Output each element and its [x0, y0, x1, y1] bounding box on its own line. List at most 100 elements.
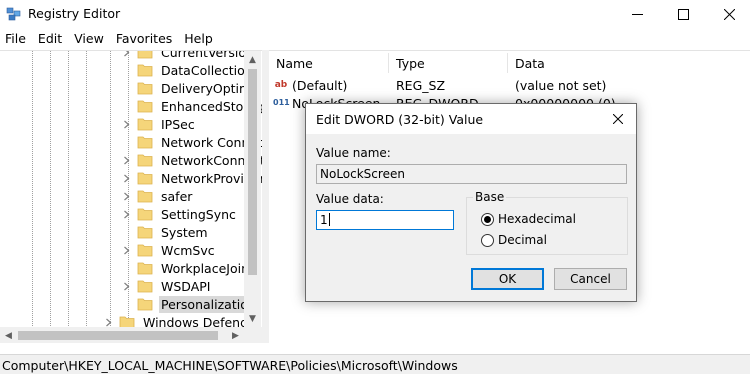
registry-tree: CurrentVersion DataCollection DeliveryOpti… [0, 50, 262, 343]
tree-item[interactable]: System [122, 223, 210, 241]
tree-item-label: WSDAPI [161, 278, 211, 294]
tree-vertical-thumb[interactable] [248, 69, 257, 275]
tree-item[interactable]: safer [122, 187, 194, 205]
chevron-right-icon[interactable] [122, 246, 131, 255]
text-caret [328, 213, 330, 226]
dialog-title-bar: Edit DWORD (32-bit) Value [306, 104, 636, 134]
folder-icon [137, 262, 153, 275]
tree-item[interactable]: WorkplaceJoin [122, 259, 251, 277]
dword-value-icon: 011 [273, 98, 290, 107]
value-data-input[interactable]: 1 [316, 210, 454, 230]
tree-item-label: Personalization [159, 295, 258, 313]
status-bar: Computer\HKEY_LOCAL_MACHINE\SOFTWARE\Pol… [0, 354, 750, 374]
chevron-right-icon[interactable] [122, 156, 131, 165]
folder-icon [137, 82, 153, 95]
folder-icon [137, 190, 153, 203]
tree-item-label: SettingSync [161, 206, 236, 222]
menu-file[interactable]: File [0, 29, 32, 49]
close-button[interactable] [706, 0, 750, 28]
maximize-button[interactable] [660, 0, 706, 28]
folder-icon [137, 136, 153, 149]
column-type[interactable]: Type [396, 56, 425, 71]
chevron-right-icon[interactable] [122, 174, 131, 183]
folder-icon [137, 172, 153, 185]
tree-item[interactable]: DataCollection [122, 61, 255, 79]
scroll-down-icon[interactable]: ▼ [244, 310, 261, 327]
close-icon [613, 114, 623, 124]
folder-icon [137, 100, 153, 113]
folder-icon [137, 244, 153, 257]
radio-button[interactable] [481, 212, 494, 226]
dialog-close-button[interactable] [609, 110, 627, 128]
scroll-right-icon[interactable]: ▶ [227, 327, 244, 343]
tree-item[interactable]: Personalization [122, 295, 258, 313]
tree-item-label: WcmSvc [161, 242, 215, 258]
chevron-right-icon[interactable] [122, 50, 131, 57]
list-row[interactable]: ab (Default) REG_SZ (value not set) [269, 77, 750, 95]
tree-item-label: safer [161, 188, 193, 204]
column-name[interactable]: Name [276, 56, 313, 71]
tree-item[interactable]: CurrentVersion [122, 50, 256, 61]
folder-icon [137, 118, 153, 131]
value-data: (value not set) [515, 78, 607, 93]
chevron-right-icon[interactable] [122, 192, 131, 201]
tree-item[interactable]: WcmSvc [122, 241, 217, 259]
tree-item[interactable]: EnhancedStorag [122, 97, 262, 115]
window-title: Registry Editor [28, 6, 121, 21]
tree-horizontal-scrollbar[interactable]: ◀ ▶ [0, 327, 262, 343]
tree-item-label: CurrentVersion [161, 50, 254, 60]
tree-horizontal-thumb[interactable] [18, 331, 218, 340]
menu-help[interactable]: Help [178, 29, 219, 49]
chevron-right-icon[interactable] [104, 318, 113, 327]
list-header: Name Type Data [269, 51, 750, 75]
title-bar: Registry Editor [0, 0, 750, 28]
maximize-icon [677, 8, 689, 20]
tree-item-label: System [161, 224, 208, 240]
value-data-text: 1 [320, 213, 328, 227]
minimize-button[interactable] [614, 0, 660, 28]
radio-hexadecimal[interactable]: Hexadecimal [481, 211, 576, 227]
scroll-up-icon[interactable]: ▲ [244, 51, 261, 68]
folder-icon [137, 226, 153, 239]
dialog-title: Edit DWORD (32-bit) Value [316, 112, 484, 127]
chevron-right-icon[interactable] [122, 282, 131, 291]
tree-item[interactable]: Network Connec [122, 133, 262, 151]
tree-item[interactable]: NetworkConnect [122, 151, 262, 169]
scroll-left-icon[interactable]: ◀ [0, 327, 17, 343]
value-name: (Default) [292, 78, 348, 93]
menu-edit[interactable]: Edit [32, 29, 68, 49]
chevron-right-icon[interactable] [122, 210, 131, 219]
value-name-field[interactable]: NoLockScreen [316, 164, 627, 184]
tree-item[interactable]: SettingSync [122, 205, 238, 223]
folder-icon [137, 208, 153, 221]
tree-item[interactable]: WSDAPI [122, 277, 212, 295]
registry-editor-window: Registry Editor File Edit View Favorites… [0, 0, 750, 374]
menu-favorites[interactable]: Favorites [110, 29, 178, 49]
tree-vertical-scrollbar[interactable]: ▲ ▼ [244, 51, 261, 327]
tree-item-label: DataCollection [161, 62, 253, 78]
tree-item[interactable]: DeliveryOptimiza [122, 79, 262, 97]
pane-splitter[interactable] [262, 50, 269, 343]
cancel-button[interactable]: Cancel [554, 268, 627, 290]
chevron-right-icon[interactable] [122, 120, 131, 129]
string-value-icon: ab [274, 80, 288, 90]
base-group-label: Base [473, 190, 507, 204]
registry-editor-icon [6, 7, 21, 21]
folder-icon [137, 51, 153, 59]
menu-view[interactable]: View [68, 29, 110, 49]
value-data-label: Value data: [316, 192, 384, 206]
base-group: Base Hexadecimal Decimal [466, 190, 628, 255]
folder-icon [137, 280, 153, 293]
tree-item[interactable]: NetworkProvider [122, 169, 262, 187]
column-data[interactable]: Data [515, 56, 545, 71]
radio-decimal[interactable]: Decimal [481, 232, 547, 248]
ok-button[interactable]: OK [471, 268, 544, 290]
tree-item[interactable]: IPSec [122, 115, 197, 133]
tree-item-label: IPSec [161, 116, 195, 132]
radio-button[interactable] [481, 233, 494, 247]
menu-bar: File Edit View Favorites Help [0, 29, 750, 49]
value-name-label: Value name: [316, 146, 391, 160]
radio-label: Decimal [498, 233, 547, 247]
edit-dword-dialog: Edit DWORD (32-bit) Value Value name: No… [305, 103, 637, 302]
close-icon [723, 8, 735, 20]
